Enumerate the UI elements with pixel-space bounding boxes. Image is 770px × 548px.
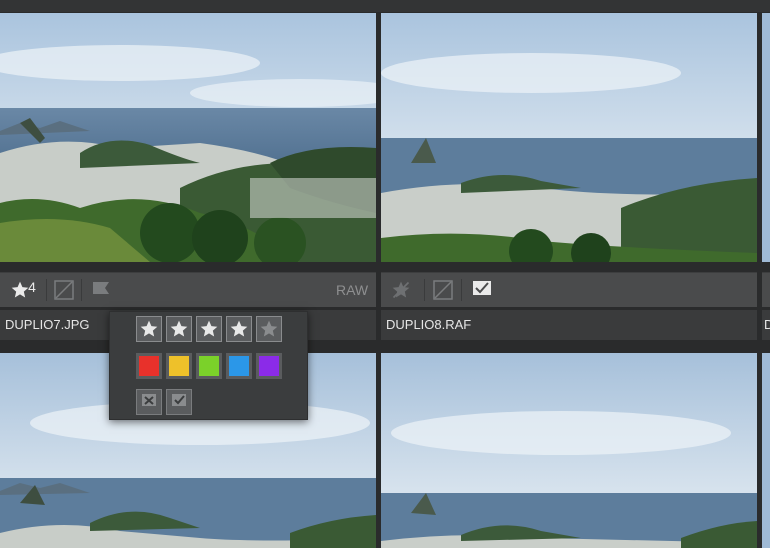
color-label-5-button[interactable] (256, 353, 282, 379)
pick-flag-icon (473, 281, 491, 300)
star-icon (11, 281, 29, 298)
pick-flag-button[interactable] (469, 278, 495, 302)
thumbnail-toolbar (762, 272, 770, 307)
thumbnail-row2-2[interactable] (381, 353, 757, 548)
no-color-label-icon (433, 280, 453, 300)
reject-flag-button[interactable] (136, 389, 162, 415)
thumbnail-toolbar (381, 272, 757, 307)
no-rating-star-icon (392, 281, 410, 299)
separator (46, 279, 47, 301)
flag-button[interactable] (88, 278, 114, 302)
thumbnail-duplio8[interactable] (381, 13, 757, 262)
format-badge: RAW (336, 282, 369, 298)
image-name-bar: DUPLIO8.RAF (381, 310, 757, 340)
rating-star-3-button[interactable] (196, 316, 222, 342)
color-label-2-button[interactable] (166, 353, 192, 379)
color-swatch (199, 356, 219, 376)
rating-star-1-button[interactable] (136, 316, 162, 342)
separator (424, 279, 425, 301)
color-label-button[interactable] (52, 278, 76, 302)
pick-flag-button[interactable] (166, 389, 192, 415)
thumbnail-duplio7[interactable] (0, 13, 376, 262)
image-name: D (764, 317, 770, 332)
color-swatch (229, 356, 249, 376)
color-label-button[interactable] (431, 278, 455, 302)
color-label-4-button[interactable] (226, 353, 252, 379)
image-name: DUPLIO7.JPG (5, 317, 90, 332)
rating-value: 4 (28, 279, 36, 295)
thumbnail-partial[interactable] (762, 13, 770, 262)
image-name-bar: D (762, 310, 770, 340)
star-icon (230, 320, 248, 337)
separator (461, 279, 462, 301)
color-label-3-button[interactable] (196, 353, 222, 379)
star-icon (260, 320, 278, 337)
pick-flag-icon (172, 394, 186, 411)
rating-star-4-button[interactable] (226, 316, 252, 342)
star-icon (200, 320, 218, 337)
no-color-label-icon (54, 280, 74, 300)
color-label-1-button[interactable] (136, 353, 162, 379)
reject-flag-icon (142, 394, 156, 411)
image-name: DUPLIO8.RAF (386, 317, 472, 332)
rating-button[interactable]: 4 (6, 278, 40, 302)
thumbnail-toolbar: 4 RAW (0, 272, 376, 307)
star-icon (170, 320, 188, 337)
rating-button[interactable] (387, 278, 415, 302)
star-icon (140, 320, 158, 337)
rating-star-5-button[interactable] (256, 316, 282, 342)
top-bar (0, 0, 770, 12)
thumbnail-partial[interactable] (762, 353, 770, 548)
color-swatch (259, 356, 279, 376)
separator (81, 279, 82, 301)
rating-popup (109, 311, 308, 420)
color-swatch (169, 356, 189, 376)
rating-star-2-button[interactable] (166, 316, 192, 342)
color-swatch (139, 356, 159, 376)
flag-icon (93, 282, 109, 299)
